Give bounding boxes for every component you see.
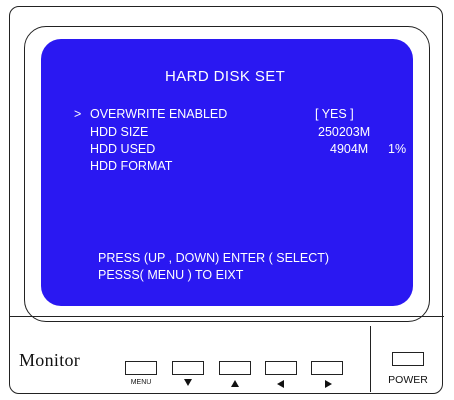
power-button[interactable] — [392, 352, 424, 366]
overwrite-enabled-value: [ YES ] — [315, 107, 354, 121]
menu-button[interactable] — [125, 361, 157, 375]
help-line-navigate: PRESS (UP , DOWN) ENTER ( SELECT) — [98, 251, 330, 265]
up-button[interactable] — [219, 361, 251, 375]
menu-item-hdd-format[interactable]: HDD FORMAT — [90, 159, 172, 173]
triangle-right-icon — [325, 380, 332, 388]
menu-item-hdd-used[interactable]: HDD USED — [90, 142, 155, 156]
power-section-divider — [370, 326, 371, 392]
hdd-used-percent: 1% — [388, 142, 407, 156]
panel-divider — [10, 316, 444, 317]
power-button-label: POWER — [388, 374, 428, 386]
menu-item-overwrite-enabled[interactable]: OVERWRITE ENABLED — [90, 107, 227, 121]
menu-item-hdd-size[interactable]: HDD SIZE — [90, 125, 148, 139]
triangle-left-icon — [277, 380, 284, 388]
menu-cursor: > — [74, 107, 82, 121]
help-line-exit: PESSS( MENU ) TO EIXT — [98, 268, 244, 282]
hdd-size-value: 250203M — [318, 125, 371, 139]
right-button[interactable] — [311, 361, 343, 375]
triangle-down-icon — [184, 379, 192, 386]
menu-button-label: MENU — [130, 379, 152, 386]
left-button[interactable] — [265, 361, 297, 375]
osd-title: HARD DISK SET — [165, 68, 286, 85]
osd-screen: HARD DISK SET > OVERWRITE ENABLED [ YES … — [41, 39, 413, 306]
hdd-used-value: 4904M — [330, 142, 369, 156]
down-button[interactable] — [172, 361, 204, 375]
monitor-brand-label: Monitor — [19, 350, 81, 370]
triangle-up-icon — [231, 380, 239, 387]
